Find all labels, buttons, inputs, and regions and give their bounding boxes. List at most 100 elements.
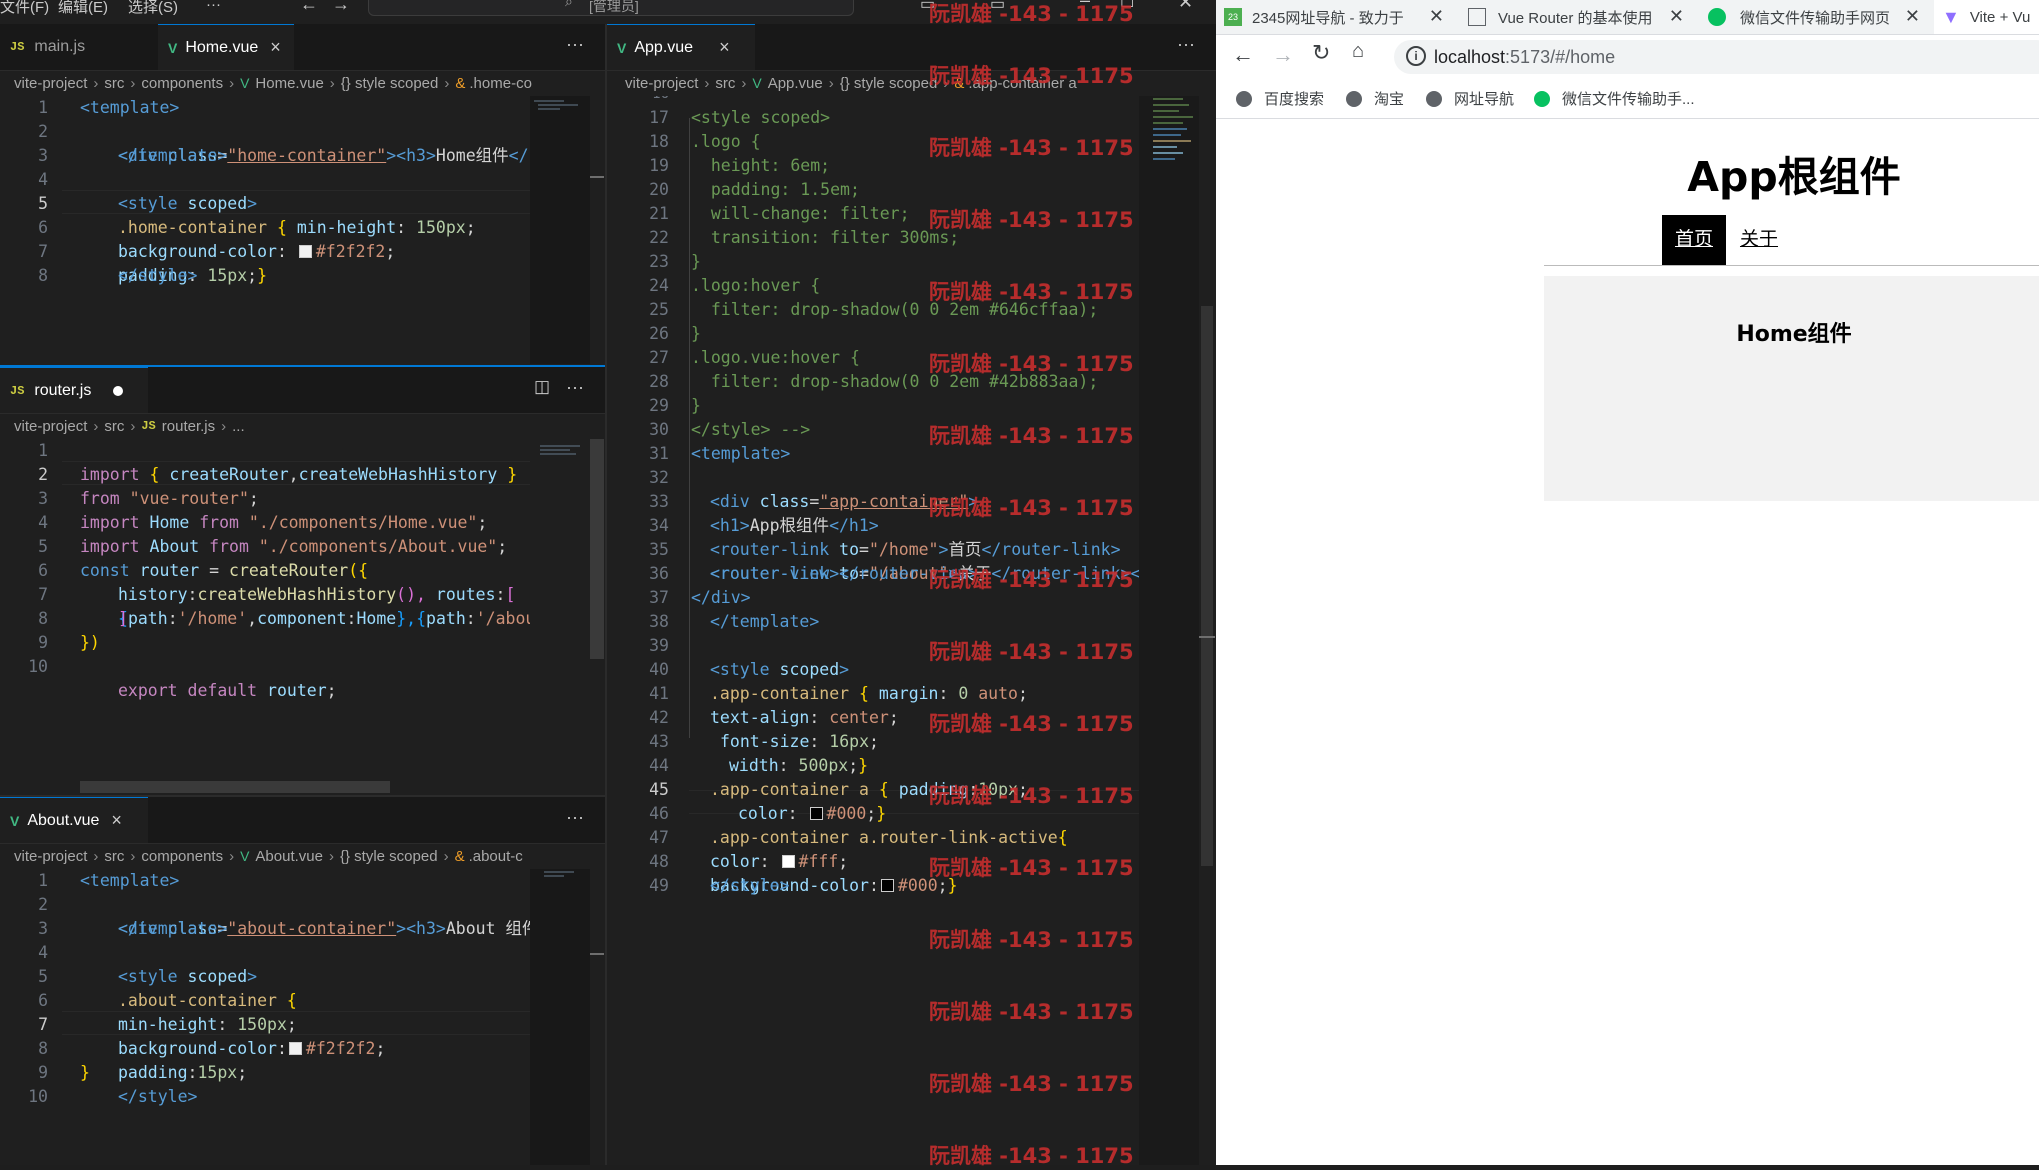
scrollbar[interactable] [590, 96, 604, 364]
back-arrow-icon[interactable]: ← [300, 0, 318, 15]
breadcrumb: vite-project › src › components › V About.vu… [14, 847, 523, 865]
close-tab-icon[interactable]: ✕ [1669, 6, 1684, 27]
breadcrumb-item[interactable]: router.js [162, 418, 215, 435]
minimap[interactable] [530, 869, 590, 1165]
breadcrumb-item[interactable]: src [104, 848, 124, 865]
line-number: 48 [649, 852, 669, 871]
close-tab-icon[interactable]: × [270, 37, 281, 58]
code-area-home[interactable]: 1 <template> 2 <div class="home-container… [0, 96, 530, 364]
browser-tab-vite[interactable]: ▼ Vite + Vu [1934, 0, 2039, 34]
close-window-icon[interactable]: ✕ [1178, 0, 1193, 13]
line-number: 8 [38, 609, 48, 628]
reload-icon[interactable]: ↻ [1312, 40, 1330, 66]
horizontal-scrollbar[interactable] [80, 781, 390, 793]
breadcrumb-item[interactable]: App.vue [768, 75, 823, 92]
breadcrumb-item[interactable]: vite-project [14, 75, 87, 92]
split-editor-icon[interactable]: ◫ [534, 377, 550, 397]
maximize-icon[interactable]: ☐ [1120, 0, 1134, 12]
globe-icon [1346, 90, 1362, 107]
browser-toolbar: ← → ↻ ⌂ i localhost:5173/#/home [1216, 36, 2039, 80]
menu-more[interactable]: ··· [206, 0, 221, 13]
layout-panel-icon[interactable]: ▭ [990, 0, 1005, 14]
vue-file-icon: V [10, 812, 20, 829]
bookmark-nav[interactable]: 网址导航 [1426, 88, 1514, 109]
tab-app-vue[interactable]: V App.vue × [607, 24, 755, 70]
bookmark-baidu[interactable]: 百度搜索 [1236, 88, 1324, 109]
bookmark-wechat[interactable]: 微信文件传输助手... [1534, 88, 1695, 109]
command-center[interactable]: ⌕ [管理员] [368, 0, 854, 16]
breadcrumb-item[interactable]: src [104, 75, 124, 92]
code-area-router[interactable]: 1 import { createRouter,createWebHashHis… [0, 439, 530, 769]
breadcrumb-item[interactable]: src [715, 75, 735, 92]
info-icon[interactable]: i [1406, 46, 1426, 66]
breadcrumb-item[interactable]: vite-project [14, 848, 87, 865]
line-number: 42 [649, 708, 669, 727]
browser-tab-label: 微信文件传输助手网页 [1740, 9, 1891, 27]
minimap[interactable] [530, 96, 590, 364]
breadcrumb-item[interactable]: {} style scoped [840, 75, 938, 92]
symbol-icon: & [454, 847, 465, 865]
document-icon [1468, 8, 1486, 26]
line-number: 10 [28, 1087, 48, 1106]
more-actions-icon[interactable]: ··· [566, 807, 584, 828]
nav-link-home[interactable]: 首页 [1662, 215, 1726, 265]
breadcrumb-item[interactable]: {} style scoped [340, 848, 438, 865]
back-arrow-icon[interactable]: ← [1232, 42, 1254, 68]
tab-about-vue[interactable]: V About.vue × [0, 797, 148, 843]
breadcrumb-item[interactable]: {} style scoped [341, 75, 439, 92]
breadcrumb-item[interactable]: .home-co [469, 75, 532, 92]
forward-arrow-icon[interactable]: → [332, 0, 350, 15]
address-bar[interactable]: i localhost:5173/#/home [1394, 40, 2039, 74]
more-actions-icon[interactable]: ··· [1177, 34, 1195, 55]
browser-tab-2345[interactable]: 23 2345网址导航 - 致力于 ✕ [1216, 0, 1452, 34]
breadcrumb-item[interactable]: vite-project [14, 418, 87, 435]
code-text: export default router; [118, 681, 337, 700]
code-text: }) [80, 633, 100, 652]
code-area-about[interactable]: 1 <template> 2 <div class="about-containe… [0, 869, 530, 1165]
tab-home-vue[interactable]: V Home.vue × [158, 24, 294, 70]
close-tab-icon[interactable]: × [719, 37, 730, 58]
menu-select[interactable]: 选择(S) [128, 0, 178, 17]
scrollbar[interactable] [590, 869, 604, 1165]
browser-tab-wechat[interactable]: 微信文件传输助手网页 ✕ [1700, 0, 1928, 34]
line-number: 4 [38, 170, 48, 189]
code-area-app[interactable]: 16 17 <style scoped> 18 .logo { 19 height:… [607, 96, 1139, 1165]
code-text: height: 6em; [691, 156, 831, 175]
vite-icon: ▼ [1942, 6, 1960, 27]
breadcrumb-item[interactable]: components [141, 75, 223, 92]
home-icon[interactable]: ⌂ [1352, 40, 1364, 63]
breadcrumb: vite-project › src › JS router.js › ... [14, 417, 245, 435]
code-text: filter: drop-shadow(0 0 2em #42b883aa); [691, 372, 1099, 391]
minimap[interactable] [1139, 96, 1199, 1165]
forward-arrow-icon[interactable]: → [1272, 42, 1294, 68]
menu-edit[interactable]: 编辑(E) [58, 0, 108, 17]
breadcrumb-item[interactable]: .about-c [469, 848, 523, 865]
scrollbar[interactable] [590, 439, 604, 659]
close-tab-icon[interactable]: ✕ [1429, 6, 1444, 27]
home-heading: Home组件 [1736, 322, 1852, 347]
breadcrumb-item[interactable]: .app-container a [968, 75, 1076, 92]
close-tab-icon[interactable]: × [111, 810, 122, 831]
layout-icon[interactable]: ▭ [920, 0, 935, 14]
unsaved-dot-icon[interactable] [113, 385, 124, 396]
bookmark-taobao[interactable]: 淘宝 [1346, 88, 1404, 109]
minimap[interactable] [538, 439, 588, 769]
close-tab-icon[interactable]: ✕ [1905, 6, 1920, 27]
breadcrumb-item[interactable]: src [104, 418, 124, 435]
nav-link-about[interactable]: 关于 [1734, 215, 1784, 265]
browser-tab-vue-router[interactable]: Vue Router 的基本使用 ✕ [1460, 0, 1692, 34]
breadcrumb-item[interactable]: vite-project [625, 75, 698, 92]
menu-file[interactable]: 文件(F) [0, 0, 49, 17]
scrollbar[interactable] [1199, 96, 1215, 1165]
line-number: 29 [649, 396, 669, 415]
more-actions-icon[interactable]: ··· [566, 34, 584, 55]
tab-main-js[interactable]: JS main.js [0, 24, 160, 70]
breadcrumb-item[interactable]: components [141, 848, 223, 865]
breadcrumb-item[interactable]: ... [232, 418, 245, 435]
more-actions-icon[interactable]: ··· [566, 377, 584, 398]
minimize-icon[interactable]: – [1080, 0, 1090, 11]
tab-router-js[interactable]: JS router.js [0, 367, 148, 413]
breadcrumb-item[interactable]: Home.vue [255, 75, 323, 92]
breadcrumb-item[interactable]: About.vue [255, 848, 323, 865]
line-number: 28 [649, 372, 669, 391]
